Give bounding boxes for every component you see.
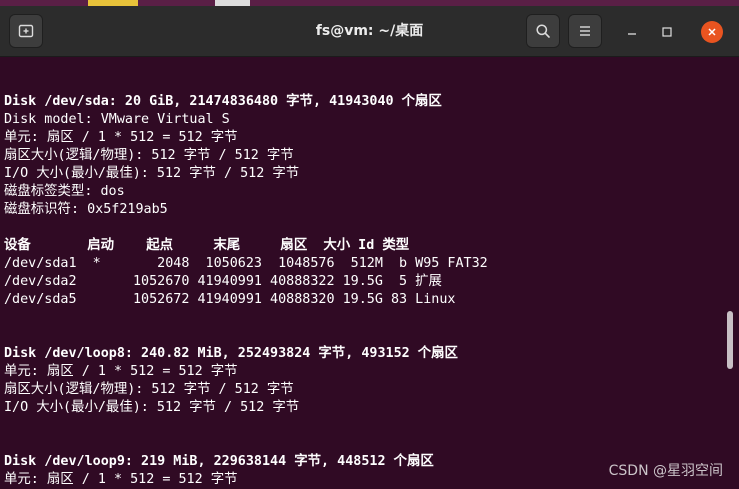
terminal-line: 设备 启动 起点 末尾 扇区 大小 Id 类型 (4, 238, 410, 253)
watermark-text: CSDN @星羽空间 (608, 463, 723, 479)
hamburger-menu-icon (578, 25, 592, 37)
new-tab-button[interactable] (9, 14, 43, 48)
terminal-line: 单元: 扇区 / 1 * 512 = 512 字节 (4, 364, 238, 379)
terminal-output[interactable]: Disk /dev/sda: 20 GiB, 21474836480 字节, 4… (4, 57, 724, 489)
terminal-line: 磁盘标识符: 0x5f219ab5 (4, 202, 168, 217)
maximize-icon (661, 23, 673, 42)
terminal-line: 磁盘标签类型: dos (4, 184, 125, 199)
maximize-button[interactable] (656, 21, 678, 43)
menu-button[interactable] (568, 14, 602, 48)
terminal-line: Disk /dev/sda: 20 GiB, 21474836480 字节, 4… (4, 94, 442, 109)
close-icon (706, 23, 718, 42)
minimize-icon (626, 23, 638, 42)
terminal-line: /dev/sda1 * 2048 1050623 1048576 512M b … (4, 256, 488, 271)
terminal-line: Disk model: VMware Virtual S (4, 112, 230, 127)
terminal-line: 扇区大小(逻辑/物理): 512 字节 / 512 字节 (4, 382, 294, 397)
terminal-line: I/O 大小(最小/最佳): 512 字节 / 512 字节 (4, 166, 300, 181)
terminal-line: I/O 大小(最小/最佳): 512 字节 / 512 字节 (4, 400, 300, 415)
terminal-line: /dev/sda5 1052672 41940991 40888320 19.5… (4, 292, 456, 307)
search-button[interactable] (526, 14, 560, 48)
close-button[interactable] (701, 21, 723, 43)
minimize-button[interactable] (621, 21, 643, 43)
scrollbar-thumb[interactable] (727, 311, 733, 369)
terminal-line: Disk /dev/loop8: 240.82 MiB, 252493824 字… (4, 346, 458, 361)
terminal-line: 单元: 扇区 / 1 * 512 = 512 字节 (4, 130, 238, 145)
terminal-line: 扇区大小(逻辑/物理): 512 字节 / 512 字节 (4, 148, 294, 163)
terminal-line: /dev/sda2 1052670 41940991 40888322 19.5… (4, 274, 442, 289)
new-tab-icon (18, 23, 34, 39)
window-titlebar: fs@vm: ~/桌面 (0, 6, 739, 57)
search-icon (535, 23, 551, 39)
window-title: fs@vm: ~/桌面 (315, 23, 424, 39)
